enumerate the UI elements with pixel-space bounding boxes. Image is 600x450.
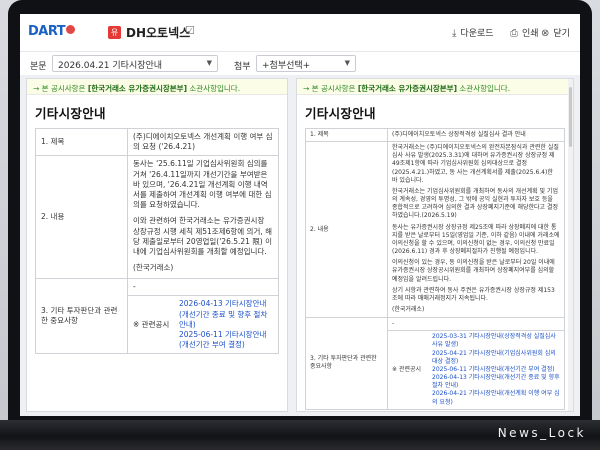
notice-prefix: → 본 공시사항은 <box>33 84 88 93</box>
notice-org: [한국거래소 유가증권시장본부] <box>357 84 458 93</box>
row-label-title: 1. 제목 <box>35 127 128 157</box>
content-paragraph: 동사는 유가증권시장 상장규정 제25조에 따라 상장폐지에 대한 통지를 받은… <box>392 223 560 256</box>
right-document-panel[interactable]: → 본 공시사항은 [한국거래소 유가증권시장본부] 소관사항입니다. 기타시장… <box>296 78 574 412</box>
main-label: 본문 <box>30 62 47 72</box>
company-name[interactable]: DH오토넥스 <box>126 24 190 41</box>
document-title: 기타시장안내 <box>305 106 376 121</box>
close-icon: ⊗ <box>541 28 550 39</box>
chevron-down-icon: ▼ <box>206 59 212 67</box>
watermark: News_Lock <box>497 426 586 440</box>
related-label: ※ 관련공시 <box>133 319 170 329</box>
main-select[interactable]: 2026.04.21 기타시장안내 ▼ <box>52 55 218 72</box>
row-value-other: - <box>127 278 279 297</box>
row-label-other: 3. 기타 투자판단과 관련한 중요사항 <box>35 278 128 355</box>
row-value-content: 한국거래소는 (주)디에이치오토넥스의 완전자본잠식과 관련한 실질심사 사유 … <box>387 141 565 319</box>
close-button[interactable]: ⊗ 닫기 <box>541 26 570 39</box>
edit-icon[interactable]: ☑ <box>185 24 195 37</box>
disclosure-table: 1. 제목 (주)디에이치오토넥스 상장적격성 실질심사 결과 안내 2. 내용… <box>305 127 565 410</box>
top-bar: DART 유 DH오토넥스 ☑ ⤓ 다운로드 ⎙ 인쇄 ⊗ 닫기 <box>20 14 580 52</box>
document-title: 기타시장안내 <box>35 106 106 121</box>
related-disclosures: ※ 관련공시 2026-04-13 기타시장안내(개선기간 종료 및 향후 절차… <box>127 295 279 355</box>
download-label: 다운로드 <box>460 29 494 39</box>
row-value-title: (주)디에이치오토넥스 상장적격성 실질심사 결과 안내 <box>387 127 565 143</box>
attach-select[interactable]: +첨부선택+ ▼ <box>256 55 356 72</box>
table-row: 1. 제목 (주)디에이치오토넥스 개선계획 이행 여부 심의 요청 ('26.… <box>35 127 279 157</box>
download-button[interactable]: ⤓ 다운로드 <box>452 26 494 39</box>
download-icon: ⤓ <box>452 28 457 39</box>
print-label: 인쇄 <box>522 29 539 39</box>
photo-stage: DART 유 DH오토넥스 ☑ ⤓ 다운로드 ⎙ 인쇄 ⊗ 닫기 본문 2026.04… <box>0 0 600 450</box>
content-paragraph: (한국거래소) <box>392 305 425 313</box>
notice-prefix: → 본 공시사항은 <box>303 84 358 93</box>
related-label: ※ 관련공시 <box>392 365 422 373</box>
content-paragraph: 동사는 '25.6.11일 기업심사위원회 심의를 거쳐 '26.4.11일까지… <box>133 159 272 210</box>
row-value-content: 동사는 '25.6.11일 기업심사위원회 심의를 거쳐 '26.4.11일까지… <box>127 155 279 280</box>
scrollbar-thumb[interactable] <box>569 87 572 147</box>
table-row: 1. 제목 (주)디에이치오토넥스 상장적격성 실질심사 결과 안내 <box>305 127 565 143</box>
dart-logo-text: DART <box>28 24 66 39</box>
notice-suffix: 소관사항입니다. <box>187 84 241 93</box>
row-value-title: (주)디에이치오토넥스 개선계획 이행 여부 심의 요청 ('26.4.21) <box>127 127 279 157</box>
scrollbar[interactable] <box>568 79 573 411</box>
table-row: 2. 내용 동사는 '25.6.11일 기업심사위원회 심의를 거쳐 '26.4… <box>35 155 279 280</box>
content-paragraph: 이의신청이 있는 경우, 동 이의신청을 받은 날로부터 20일 이내에 유가증… <box>392 259 555 283</box>
content-area: → 본 공시사항은 [한국거래소 유가증권시장본부] 소관사항입니다. 기타시장… <box>20 76 580 416</box>
company-badge-icon: 유 <box>108 26 121 39</box>
table-row: 3. 기타 투자판단과 관련한 중요사항 - <box>305 317 565 410</box>
attach-select-value: +첨부선택+ <box>262 61 311 71</box>
related-link[interactable]: 2026-04-21 기타시장안내(개선계획 이행 여부 심의 요청) <box>432 390 560 406</box>
notice-org: [한국거래소 유가증권시장본부] <box>87 84 188 93</box>
related-link[interactable]: 2026-04-13 기타시장안내(개선기간 종료 및 향후 절차 안내) <box>179 299 273 330</box>
filter-bar: 본문 2026.04.21 기타시장안내 ▼ 첨부 +첨부선택+ ▼ <box>20 52 580 76</box>
content-paragraph: 상기 사항과 관련하여 동사 주권은 유가증권시장 상장규정 제153조에 따라… <box>392 286 555 302</box>
related-link[interactable]: 2026-04-13 기타시장안내(개선기간 종료 및 향후 절차 안내) <box>432 374 560 390</box>
content-paragraph: 한국거래소는 (주)디에이치오토넥스의 완전자본잠식과 관련한 실질심사 사유 … <box>392 144 559 184</box>
left-document-panel[interactable]: → 본 공시사항은 [한국거래소 유가증권시장본부] 소관사항입니다. 기타시장… <box>26 78 288 412</box>
attach-label: 첨부 <box>234 62 251 72</box>
notice-bar: → 본 공시사항은 [한국거래소 유가증권시장본부] 소관사항입니다. <box>27 79 287 95</box>
related-link[interactable]: 2025-06-11 기타시장안내(개선기간 부여 결정) <box>432 366 560 374</box>
related-link[interactable]: 2025-06-11 기타시장안내(개선기간 부여 결정) <box>179 330 273 350</box>
chevron-down-icon: ▼ <box>344 59 350 67</box>
row-label-other: 3. 기타 투자판단과 관련한 중요사항 <box>305 317 388 410</box>
content-paragraph: (한국거래소) <box>133 263 174 273</box>
print-icon: ⎙ <box>510 28 518 39</box>
dart-logo[interactable]: DART <box>28 24 76 39</box>
logo-dot-icon <box>66 25 76 34</box>
main-select-value: 2026.04.21 기타시장안내 <box>58 61 163 71</box>
table-row: 2. 내용 한국거래소는 (주)디에이치오토넥스의 완전자본잠식과 관련한 실질… <box>305 141 565 319</box>
row-value-other: - <box>387 317 565 332</box>
content-paragraph: 이와 관련하여 한국거래소는 유가증권시장 상장규정 시행 세칙 제51조제6항… <box>133 216 273 256</box>
row-label-title: 1. 제목 <box>305 127 388 143</box>
related-disclosures: ※ 관련공시 2025-03-31 기타시장안내(상장적격성 실질심사 사유 발… <box>387 330 565 410</box>
notice-bar: → 본 공시사항은 [한국거래소 유가증권시장본부] 소관사항입니다. <box>297 79 573 95</box>
close-label: 닫기 <box>553 29 570 39</box>
print-button[interactable]: ⎙ 인쇄 <box>510 26 539 39</box>
row-label-content: 2. 내용 <box>305 141 388 319</box>
table-row: 3. 기타 투자판단과 관련한 중요사항 - <box>35 278 279 355</box>
content-paragraph: 한국거래소는 기업심사위원회를 개최하여 동사의 개선계획 및 기업의 계속성,… <box>392 187 559 220</box>
notice-suffix: 소관사항입니다. <box>457 84 511 93</box>
row-label-content: 2. 내용 <box>35 155 128 280</box>
related-link[interactable]: 2025-04-21 기타시장안내(기업심사위원회 심의대상 결정) <box>432 350 560 366</box>
related-link[interactable]: 2025-03-31 기타시장안내(상장적격성 실질심사 사유 발생) <box>432 333 560 349</box>
screen: DART 유 DH오토넥스 ☑ ⤓ 다운로드 ⎙ 인쇄 ⊗ 닫기 본문 2026.04… <box>20 14 580 416</box>
disclosure-table: 1. 제목 (주)디에이치오토넥스 개선계획 이행 여부 심의 요청 ('26.… <box>35 127 279 355</box>
